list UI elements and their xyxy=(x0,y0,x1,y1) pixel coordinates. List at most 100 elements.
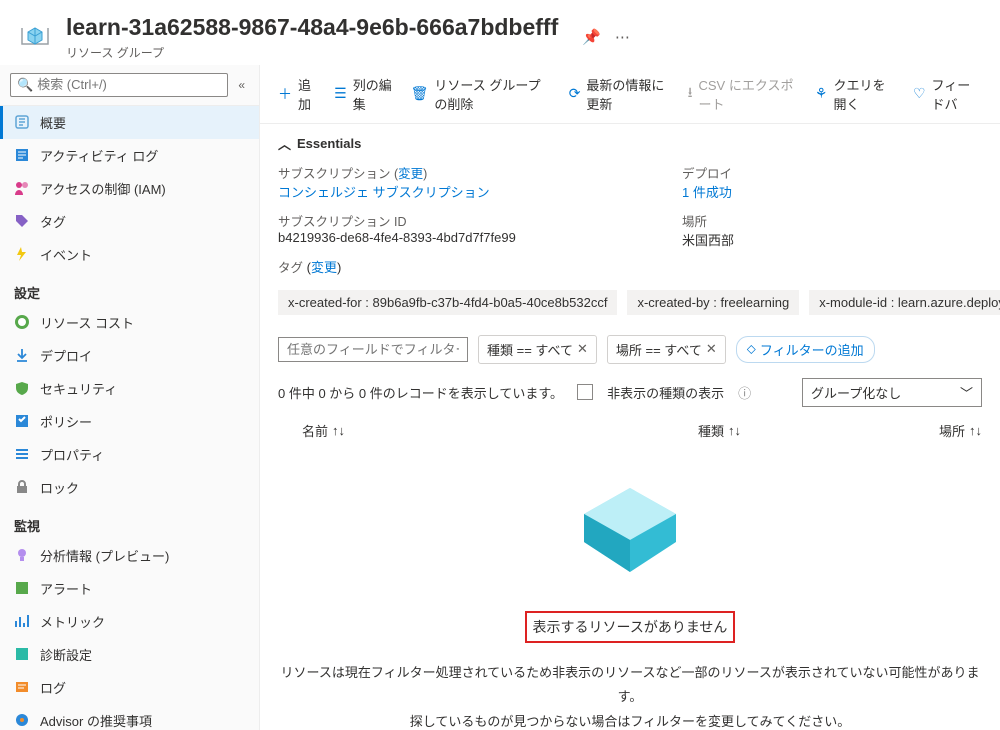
sidebar-item-alerts[interactable]: アラート xyxy=(0,572,259,605)
sidebar-item-insights[interactable]: 分析情報 (プレビュー) xyxy=(0,539,259,572)
sort-icon: ↑↓ xyxy=(728,423,741,438)
search-icon: 🔍 xyxy=(17,77,33,93)
lock-icon xyxy=(14,479,30,495)
toolbar-feedback[interactable]: ♡フィードバ xyxy=(913,75,982,113)
heart-icon: ♡ xyxy=(913,85,926,102)
sidebar-item-lock[interactable]: ロック xyxy=(0,471,259,504)
sidebar-item-metrics[interactable]: メトリック xyxy=(0,605,259,638)
deploy-icon xyxy=(14,347,30,363)
empty-desc-1: リソースは現在フィルター処理されているため非表示のリソースなど一部のリソースが表… xyxy=(278,661,982,710)
sidebar-item-tags[interactable]: タグ xyxy=(0,205,259,238)
sidebar-item-label: ポリシー xyxy=(40,412,92,431)
change-tags-link[interactable]: 変更 xyxy=(311,260,337,275)
resource-group-icon xyxy=(18,19,52,56)
sidebar-item-label: アクセスの制御 (IAM) xyxy=(40,179,166,198)
sidebar-item-deploy[interactable]: デプロイ xyxy=(0,339,259,372)
tag-icon xyxy=(14,213,30,229)
sidebar-item-label: 概要 xyxy=(40,113,66,132)
sidebar-item-label: イベント xyxy=(40,245,92,264)
subscription-link[interactable]: コンシェルジェ サブスクリプション xyxy=(278,182,652,201)
sidebar-item-advisor[interactable]: Advisor の推奨事項 xyxy=(0,704,259,730)
sidebar-item-label: 診断設定 xyxy=(40,645,92,664)
sidebar-item-policy[interactable]: ポリシー xyxy=(0,405,259,438)
group-by-select[interactable]: グループ化なし﹀ xyxy=(802,378,982,407)
toolbar-edit-columns[interactable]: ☰列の編集 xyxy=(334,75,393,113)
refresh-icon: ⟳ xyxy=(569,85,581,102)
properties-icon xyxy=(14,446,30,462)
more-icon[interactable]: ⋯ xyxy=(615,28,630,46)
empty-title: 表示するリソースがありません xyxy=(525,611,736,643)
sidebar-item-label: デプロイ xyxy=(40,346,92,365)
insights-icon xyxy=(14,547,30,563)
info-icon[interactable]: ⓘ xyxy=(738,383,751,402)
page-subtitle: リソース グループ xyxy=(66,44,558,61)
sort-icon: ↑↓ xyxy=(969,423,982,438)
tag-pill[interactable]: x-created-for : 89b6a9fb-c37b-4fd4-b0a5-… xyxy=(278,290,617,315)
activity-log-icon xyxy=(14,147,30,163)
add-filter-button[interactable]: ⬦フィルターの追加 xyxy=(736,336,875,363)
sidebar-item-label: セキュリティ xyxy=(40,379,117,398)
tag-pill[interactable]: x-module-id : learn.azure.deploy-az xyxy=(809,290,1000,315)
toolbar-open-query[interactable]: ⚘クエリを開く xyxy=(815,75,895,113)
collapse-sidebar-icon[interactable]: « xyxy=(234,74,249,96)
trash-icon: 🗑 xyxy=(411,85,429,102)
sort-icon: ↑↓ xyxy=(332,423,345,438)
page-title: learn-31a62588-9867-48a4-9e6b-666a7bdbef… xyxy=(66,14,558,42)
shield-icon xyxy=(14,380,30,396)
sidebar-item-security[interactable]: セキュリティ xyxy=(0,372,259,405)
query-icon: ⚘ xyxy=(815,85,828,102)
sidebar-item-events[interactable]: イベント xyxy=(0,238,259,271)
chevron-down-icon: ﹀ xyxy=(960,383,973,402)
sidebar-item-label: 分析情報 (プレビュー) xyxy=(40,546,169,565)
sidebar-item-iam[interactable]: アクセスの制御 (IAM) xyxy=(0,172,259,205)
sidebar-item-overview[interactable]: 概要 xyxy=(0,106,259,139)
sidebar-item-logs[interactable]: ログ xyxy=(0,671,259,704)
change-subscription-link[interactable]: 変更 xyxy=(398,167,423,181)
clear-icon[interactable]: ✕ xyxy=(706,341,717,357)
sidebar-item-properties[interactable]: プロパティ xyxy=(0,438,259,471)
sidebar-item-label: リソース コスト xyxy=(40,313,134,332)
show-hidden-checkbox[interactable] xyxy=(577,384,593,400)
plus-icon: ＋ xyxy=(278,84,292,104)
filter-type-chip[interactable]: 種類 == すべて ✕ xyxy=(478,335,597,364)
essentials-toggle[interactable]: ︿ Essentials xyxy=(278,134,982,153)
deploy-link[interactable]: 1 件成功 xyxy=(682,182,982,201)
toolbar-delete[interactable]: 🗑リソース グループの削除 xyxy=(411,75,551,113)
sidebar-item-cost[interactable]: リソース コスト xyxy=(0,306,259,339)
metrics-icon xyxy=(14,613,30,629)
sidebar-section-monitor: 監視 xyxy=(0,504,259,539)
subscription-id: b4219936-de68-4fe4-8393-4bd7d7f7fe99 xyxy=(278,230,652,245)
sidebar-item-label: アクティビティ ログ xyxy=(40,146,158,165)
tag-pill[interactable]: x-created-by : freelearning xyxy=(627,290,799,315)
toolbar-refresh[interactable]: ⟳最新の情報に更新 xyxy=(569,75,670,113)
sidebar-item-label: タグ xyxy=(40,212,66,231)
pin-icon[interactable]: 📌 xyxy=(582,28,601,46)
filter-icon: ⬦ xyxy=(747,341,756,357)
column-name[interactable]: 名前 ↑↓ xyxy=(278,421,698,440)
iam-icon xyxy=(14,180,30,196)
toolbar-export-csv: ⭳CSV にエクスポート xyxy=(688,75,797,113)
chevron-up-icon: ︿ xyxy=(278,134,291,153)
sidebar-item-label: ロック xyxy=(40,478,79,497)
sidebar-item-label: プロパティ xyxy=(40,445,104,464)
filter-input[interactable] xyxy=(278,337,468,362)
empty-desc-2: 探しているものが見つからない場合はフィルターを変更してみてください。 xyxy=(278,710,982,730)
sidebar-item-label: メトリック xyxy=(40,612,105,631)
sidebar-item-activity-log[interactable]: アクティビティ ログ xyxy=(0,139,259,172)
alerts-icon xyxy=(14,580,30,596)
location-value: 米国西部 xyxy=(682,230,982,249)
toolbar-add[interactable]: ＋追加 xyxy=(278,75,316,113)
clear-icon[interactable]: ✕ xyxy=(577,341,588,357)
sidebar-item-diagnostics[interactable]: 診断設定 xyxy=(0,638,259,671)
empty-state-icon xyxy=(278,470,982,593)
advisor-icon xyxy=(14,712,30,728)
column-location[interactable]: 場所 ↑↓ xyxy=(928,421,982,440)
columns-icon: ☰ xyxy=(334,85,347,102)
column-type[interactable]: 種類 ↑↓ xyxy=(698,421,928,440)
filter-location-chip[interactable]: 場所 == すべて ✕ xyxy=(607,335,726,364)
policy-icon xyxy=(14,413,30,429)
sidebar-item-label: ログ xyxy=(40,678,66,697)
sidebar-section-settings: 設定 xyxy=(0,271,259,306)
events-icon xyxy=(14,246,30,262)
search-input[interactable] xyxy=(37,77,221,92)
